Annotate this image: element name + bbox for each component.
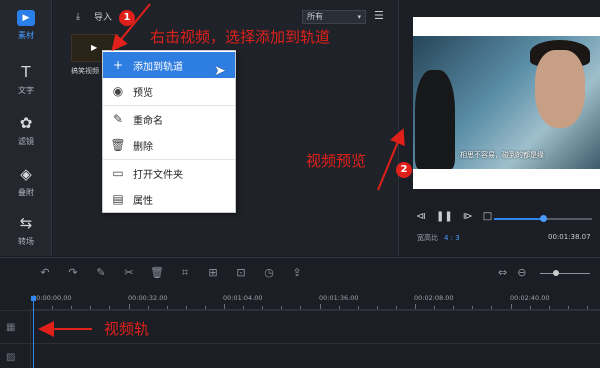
arrow-to-thumbnail [111,3,151,52]
arrow-to-preview [377,128,405,191]
annotation-step1: 右击视频，选择添加到轨道 [150,28,331,46]
step-badge-1: 1 [119,10,135,26]
annotation-arrows [38,3,405,337]
step-badge-2: 2 [396,162,412,178]
annotation-step2: 视频预览 [306,152,367,170]
annotation-track: 视频轨 [104,320,150,338]
